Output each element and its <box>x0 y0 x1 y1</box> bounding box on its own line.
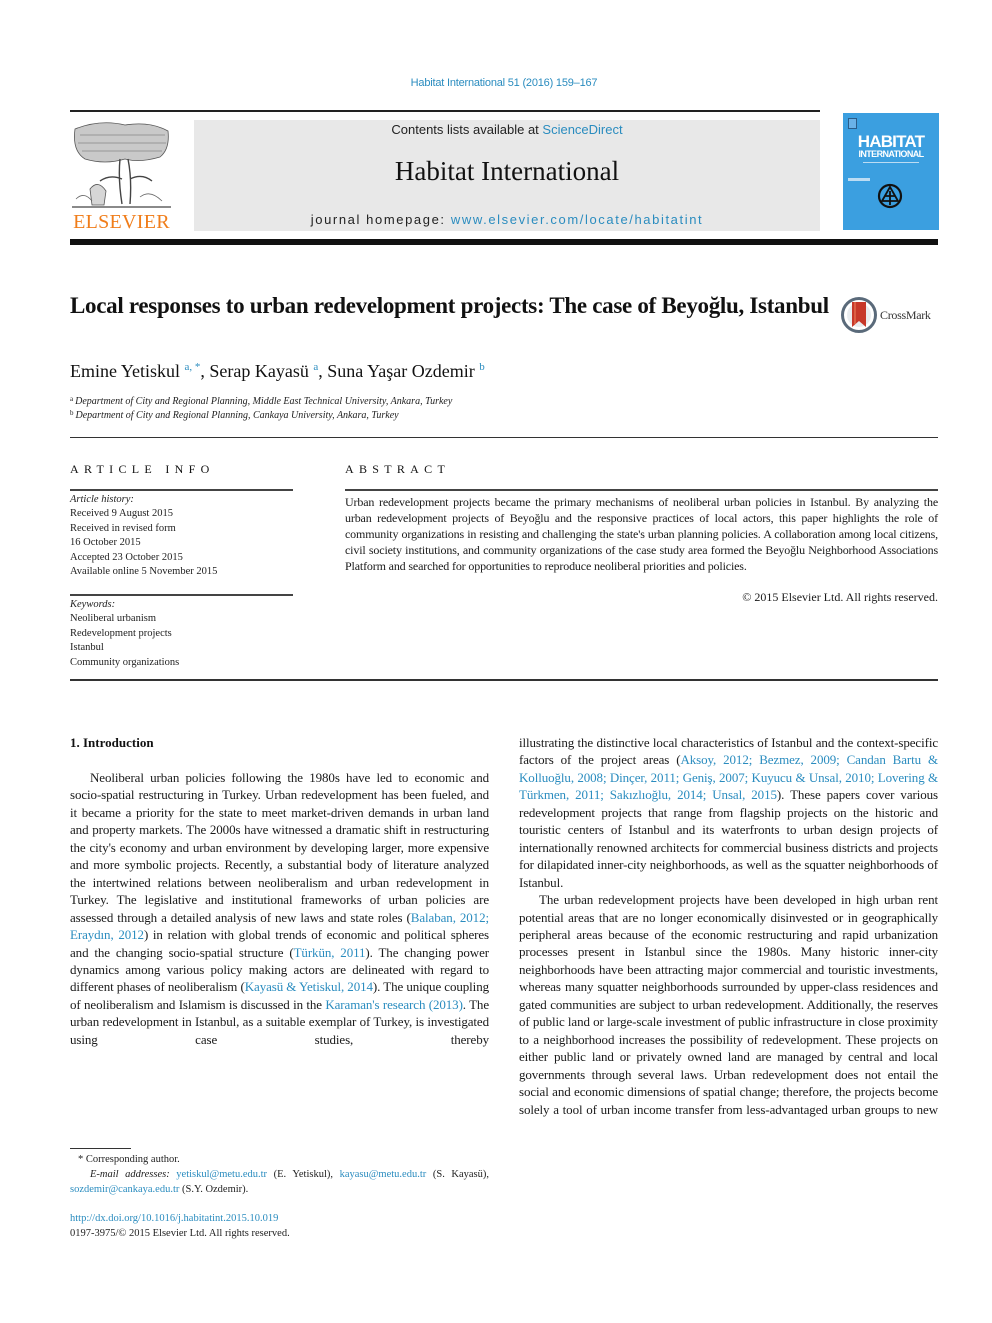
citation-link[interactable]: Türkün, 2011 <box>294 945 366 960</box>
elsevier-logo[interactable]: ELSEVIER <box>70 119 173 233</box>
abstract-bottom-rule <box>70 679 938 681</box>
front-matter-rule <box>70 437 938 438</box>
journal-name: Habitat International <box>394 156 620 186</box>
author-list: Emine Yetiskul a, *, Serap Kayasü a, Sun… <box>70 361 485 381</box>
abstract-copyright: © 2015 Elsevier Ltd. All rights reserved… <box>742 590 938 604</box>
crossmark-label: CrossMark <box>880 308 931 322</box>
footnote-rule <box>70 1148 131 1149</box>
cover-volume-line <box>848 178 870 181</box>
elsevier-tree-icon <box>72 122 171 208</box>
email-link[interactable]: sozdemir@cankaya.edu.tr <box>70 1184 179 1195</box>
body-column-left: Neoliberal urban policies following the … <box>70 769 489 1048</box>
history-item: Accepted 23 October 2015 <box>70 551 183 563</box>
history-item: Received 9 August 2015 <box>70 508 173 520</box>
article-info-rule <box>70 489 293 491</box>
affiliation-a: a Department of City and Regional Plannin… <box>70 395 452 407</box>
contents-prefix: Contents lists available at <box>391 122 543 137</box>
abstract-rule <box>345 489 938 491</box>
journal-cover-thumbnail[interactable]: HABITAT INTERNATIONAL <box>843 113 939 230</box>
email-addresses: E-mail addresses: yetiskul@metu.edu.tr (… <box>70 1167 489 1197</box>
history-item: Received in revised form <box>70 522 176 534</box>
body-paragraph: The urban redevelopment projects have be… <box>519 892 938 1117</box>
keywords-block: Keywords: Neoliberal urbanism Redevelopm… <box>70 598 179 670</box>
citation-link[interactable]: Balaban, 2012; Eraydın, 2012 <box>70 910 489 942</box>
abstract-text: Urban redevelopment projects became the … <box>345 495 938 573</box>
body-paragraph: Neoliberal urban policies following the … <box>70 770 490 1047</box>
keyword-item: Neoliberal urbanism <box>70 613 157 625</box>
header-bottom-rule <box>70 239 938 245</box>
journal-homepage-link[interactable]: www.elsevier.com/locate/habitatint <box>451 212 703 227</box>
citation-link[interactable]: Aksoy, 2012; Bezmez, 2009; Candan Bartu … <box>519 752 938 802</box>
cover-subtitle-line <box>863 162 919 163</box>
elsevier-wordmark: ELSEVIER <box>73 211 170 233</box>
keyword-item: Community organizations <box>70 656 180 668</box>
author-name[interactable]: Serap Kayasü <box>209 361 308 381</box>
affiliation-text: Department of City and Regional Planning… <box>75 410 399 421</box>
citation-link[interactable]: Karaman's research (2013) <box>325 997 463 1012</box>
email-owner: (S.Y. Ozdemir). <box>182 1184 249 1195</box>
email-owner: (E. Yetiskul), <box>273 1169 334 1180</box>
affiliation-mark: a <box>70 395 74 403</box>
crossmark-button[interactable]: CrossMark <box>841 297 941 335</box>
author-affiliation-mark[interactable]: a, * <box>185 361 201 373</box>
cover-emblem-icon <box>877 183 903 209</box>
email-link[interactable]: kayasu@metu.edu.tr <box>340 1169 427 1180</box>
history-label: Article history: <box>70 494 134 505</box>
article-title: Local responses to urban redevelopment p… <box>70 293 829 318</box>
affiliation-b: b Department of City and Regional Plannin… <box>70 409 399 421</box>
footnote-block: * Corresponding author. E-mail addresses… <box>70 1152 489 1197</box>
email-owner: (S. Kayasü), <box>432 1169 490 1180</box>
article-history: Article history: Received 9 August 2015 … <box>70 493 217 579</box>
history-item: Available online 5 November 2015 <box>70 566 218 578</box>
history-item: 16 October 2015 <box>70 537 141 549</box>
body-column-right: illustrating the distinctive local chara… <box>519 734 938 1118</box>
author-affiliation-mark[interactable]: b <box>479 361 485 373</box>
cover-title-line2: INTERNATIONAL <box>858 149 924 159</box>
keyword-item: Istanbul <box>70 642 104 654</box>
doi-block: http://dx.doi.org/10.1016/j.habitatint.2… <box>70 1211 290 1241</box>
keyword-item: Redevelopment projects <box>70 627 172 639</box>
body-paragraph: illustrating the distinctive local chara… <box>519 735 939 890</box>
email-link[interactable]: yetiskul@metu.edu.tr <box>176 1169 267 1180</box>
author-name[interactable]: Suna Yaşar Ozdemir <box>327 361 474 381</box>
doi-link[interactable]: http://dx.doi.org/10.1016/j.habitatint.2… <box>70 1213 278 1224</box>
section-heading-introduction: 1. Introduction <box>70 735 154 750</box>
journal-homepage-line: journal homepage: www.elsevier.com/locat… <box>194 212 820 227</box>
homepage-prefix: journal homepage: <box>310 212 451 227</box>
keywords-rule <box>70 594 293 596</box>
article-info-heading: ARTICLE INFO <box>70 462 215 476</box>
email-label: E-mail addresses: <box>90 1169 170 1180</box>
corresponding-author-note: * Corresponding author. <box>78 1154 180 1165</box>
journal-masthead: Contents lists available at ScienceDirec… <box>194 120 820 231</box>
affiliation-mark: b <box>70 409 74 417</box>
header-top-rule <box>70 110 820 112</box>
contents-available-line: Contents lists available at ScienceDirec… <box>194 122 820 137</box>
affiliation-text: Department of City and Regional Planning… <box>75 396 453 407</box>
journal-citation-link[interactable]: Habitat International 51 (2016) 159–167 <box>0 77 992 89</box>
sciencedirect-link[interactable]: ScienceDirect <box>542 122 622 137</box>
keywords-label: Keywords: <box>70 599 116 610</box>
crossmark-icon <box>841 297 877 333</box>
cover-publisher-icon <box>848 118 857 129</box>
citation-link[interactable]: Kayasü & Yetiskul, 2014 <box>245 979 373 994</box>
author-name[interactable]: Emine Yetiskul <box>70 361 180 381</box>
issn-copyright: 0197-3975/© 2015 Elsevier Ltd. All right… <box>70 1228 290 1239</box>
abstract-heading: ABSTRACT <box>345 462 451 476</box>
author-affiliation-mark[interactable]: a <box>313 361 318 373</box>
